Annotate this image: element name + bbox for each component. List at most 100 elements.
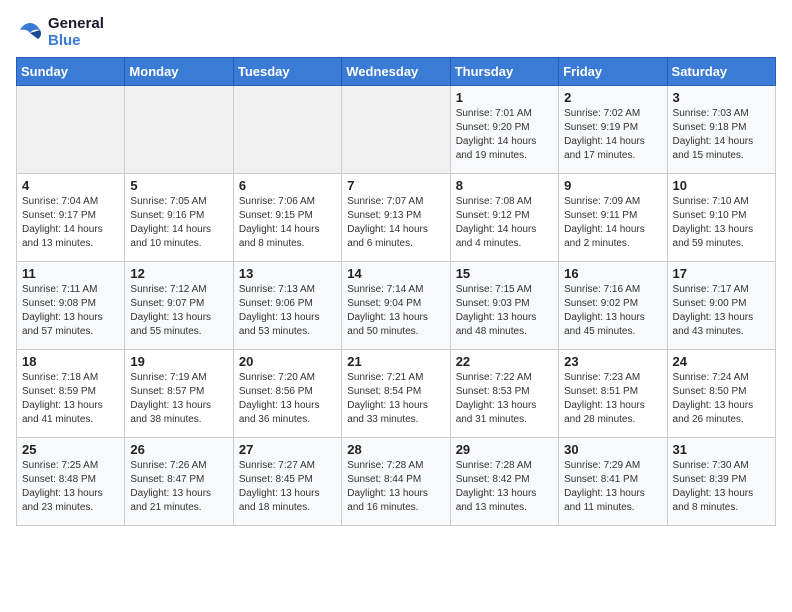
calendar-cell: 29 Sunrise: 7:28 AM Sunset: 8:42 PM Dayli… xyxy=(450,438,558,526)
day-number: 7 xyxy=(347,178,444,193)
day-number: 1 xyxy=(456,90,553,105)
day-number: 3 xyxy=(673,90,770,105)
calendar-cell: 22 Sunrise: 7:22 AM Sunset: 8:53 PM Dayli… xyxy=(450,350,558,438)
calendar-cell: 18 Sunrise: 7:18 AM Sunset: 8:59 PM Dayli… xyxy=(17,350,125,438)
day-number: 5 xyxy=(130,178,227,193)
calendar-cell: 10Sunrise: 7:10 AM Sunset: 9:10 PM Dayli… xyxy=(667,174,775,262)
day-number: 27 xyxy=(239,442,336,457)
calendar-cell xyxy=(125,86,233,174)
day-number: 21 xyxy=(347,354,444,369)
day-info: Sunrise: 7:14 AM Sunset: 9:04 PM Dayligh… xyxy=(347,283,444,339)
calendar-cell: 13 Sunrise: 7:13 AM Sunset: 9:06 PM Dayli… xyxy=(233,262,341,350)
day-info: Sunrise: 7:25 AM Sunset: 8:48 PM Dayligh… xyxy=(22,459,119,515)
col-tuesday: Tuesday xyxy=(233,58,341,86)
col-monday: Monday xyxy=(125,58,233,86)
day-number: 19 xyxy=(130,354,227,369)
calendar-cell: 25Sunrise: 7:25 AM Sunset: 8:48 PM Dayli… xyxy=(17,438,125,526)
calendar-cell: 31 Sunrise: 7:30 AM Sunset: 8:39 PM Dayli… xyxy=(667,438,775,526)
calendar-cell: 20 Sunrise: 7:20 AM Sunset: 8:56 PM Dayli… xyxy=(233,350,341,438)
day-info: Sunrise: 7:05 AM Sunset: 9:16 PM Dayligh… xyxy=(130,195,227,251)
calendar-cell: 3 Sunrise: 7:03 AM Sunset: 9:18 PM Daylig… xyxy=(667,86,775,174)
day-info: Sunrise: 7:06 AM Sunset: 9:15 PM Dayligh… xyxy=(239,195,336,251)
day-info: Sunrise: 7:30 AM Sunset: 8:39 PM Dayligh… xyxy=(673,459,770,515)
calendar-cell: 24 Sunrise: 7:24 AM Sunset: 8:50 PM Dayli… xyxy=(667,350,775,438)
calendar-cell: 21 Sunrise: 7:21 AM Sunset: 8:54 PM Dayli… xyxy=(342,350,450,438)
day-info: Sunrise: 7:15 AM Sunset: 9:03 PM Dayligh… xyxy=(456,283,553,339)
calendar-week-5: 25Sunrise: 7:25 AM Sunset: 8:48 PM Dayli… xyxy=(17,438,776,526)
logo: General Blue xyxy=(16,16,104,49)
day-number: 26 xyxy=(130,442,227,457)
calendar-cell: 27 Sunrise: 7:27 AM Sunset: 8:45 PM Dayli… xyxy=(233,438,341,526)
day-info: Sunrise: 7:24 AM Sunset: 8:50 PM Dayligh… xyxy=(673,371,770,427)
day-info: Sunrise: 7:12 AM Sunset: 9:07 PM Dayligh… xyxy=(130,283,227,339)
day-info: Sunrise: 7:02 AM Sunset: 9:19 PM Dayligh… xyxy=(564,107,661,163)
day-info: Sunrise: 7:21 AM Sunset: 8:54 PM Dayligh… xyxy=(347,371,444,427)
day-info: Sunrise: 7:23 AM Sunset: 8:51 PM Dayligh… xyxy=(564,371,661,427)
calendar-cell: 5 Sunrise: 7:05 AM Sunset: 9:16 PM Daylig… xyxy=(125,174,233,262)
calendar-cell: 6 Sunrise: 7:06 AM Sunset: 9:15 PM Daylig… xyxy=(233,174,341,262)
day-number: 20 xyxy=(239,354,336,369)
calendar-cell: 2 Sunrise: 7:02 AM Sunset: 9:19 PM Daylig… xyxy=(559,86,667,174)
day-number: 11 xyxy=(22,266,119,281)
calendar-cell xyxy=(233,86,341,174)
logo-icon xyxy=(16,19,44,47)
col-wednesday: Wednesday xyxy=(342,58,450,86)
col-thursday: Thursday xyxy=(450,58,558,86)
calendar-cell: 16 Sunrise: 7:16 AM Sunset: 9:02 PM Dayli… xyxy=(559,262,667,350)
day-info: Sunrise: 7:03 AM Sunset: 9:18 PM Dayligh… xyxy=(673,107,770,163)
calendar-cell: 4 Sunrise: 7:04 AM Sunset: 9:17 PM Daylig… xyxy=(17,174,125,262)
day-info: Sunrise: 7:28 AM Sunset: 8:42 PM Dayligh… xyxy=(456,459,553,515)
day-info: Sunrise: 7:01 AM Sunset: 9:20 PM Dayligh… xyxy=(456,107,553,163)
col-sunday: Sunday xyxy=(17,58,125,86)
calendar-cell: 12 Sunrise: 7:12 AM Sunset: 9:07 PM Dayli… xyxy=(125,262,233,350)
calendar-body: 1 Sunrise: 7:01 AM Sunset: 9:20 PM Daylig… xyxy=(17,86,776,526)
day-info: Sunrise: 7:18 AM Sunset: 8:59 PM Dayligh… xyxy=(22,371,119,427)
day-info: Sunrise: 7:27 AM Sunset: 8:45 PM Dayligh… xyxy=(239,459,336,515)
day-info: Sunrise: 7:08 AM Sunset: 9:12 PM Dayligh… xyxy=(456,195,553,251)
day-number: 16 xyxy=(564,266,661,281)
day-info: Sunrise: 7:26 AM Sunset: 8:47 PM Dayligh… xyxy=(130,459,227,515)
calendar-cell: 30 Sunrise: 7:29 AM Sunset: 8:41 PM Dayli… xyxy=(559,438,667,526)
day-number: 15 xyxy=(456,266,553,281)
day-number: 8 xyxy=(456,178,553,193)
day-info: Sunrise: 7:20 AM Sunset: 8:56 PM Dayligh… xyxy=(239,371,336,427)
calendar-cell: 8 Sunrise: 7:08 AM Sunset: 9:12 PM Daylig… xyxy=(450,174,558,262)
day-number: 24 xyxy=(673,354,770,369)
day-info: Sunrise: 7:17 AM Sunset: 9:00 PM Dayligh… xyxy=(673,283,770,339)
calendar-cell: 11Sunrise: 7:11 AM Sunset: 9:08 PM Dayli… xyxy=(17,262,125,350)
day-number: 13 xyxy=(239,266,336,281)
day-info: Sunrise: 7:04 AM Sunset: 9:17 PM Dayligh… xyxy=(22,195,119,251)
day-number: 23 xyxy=(564,354,661,369)
day-number: 12 xyxy=(130,266,227,281)
calendar-cell: 28Sunrise: 7:28 AM Sunset: 8:44 PM Dayli… xyxy=(342,438,450,526)
day-info: Sunrise: 7:28 AM Sunset: 8:44 PM Dayligh… xyxy=(347,459,444,515)
day-number: 29 xyxy=(456,442,553,457)
day-info: Sunrise: 7:22 AM Sunset: 8:53 PM Dayligh… xyxy=(456,371,553,427)
day-info: Sunrise: 7:16 AM Sunset: 9:02 PM Dayligh… xyxy=(564,283,661,339)
col-friday: Friday xyxy=(559,58,667,86)
calendar-table: Sunday Monday Tuesday Wednesday Thursday… xyxy=(16,57,776,526)
calendar-week-1: 1 Sunrise: 7:01 AM Sunset: 9:20 PM Daylig… xyxy=(17,86,776,174)
calendar-cell: 19 Sunrise: 7:19 AM Sunset: 8:57 PM Dayli… xyxy=(125,350,233,438)
day-number: 18 xyxy=(22,354,119,369)
calendar-week-4: 18 Sunrise: 7:18 AM Sunset: 8:59 PM Dayli… xyxy=(17,350,776,438)
calendar-cell: 9 Sunrise: 7:09 AM Sunset: 9:11 PM Daylig… xyxy=(559,174,667,262)
calendar-header: Sunday Monday Tuesday Wednesday Thursday… xyxy=(17,58,776,86)
calendar-cell: 1 Sunrise: 7:01 AM Sunset: 9:20 PM Daylig… xyxy=(450,86,558,174)
day-number: 6 xyxy=(239,178,336,193)
calendar-cell: 26 Sunrise: 7:26 AM Sunset: 8:47 PM Dayli… xyxy=(125,438,233,526)
day-number: 2 xyxy=(564,90,661,105)
day-number: 4 xyxy=(22,178,119,193)
day-number: 9 xyxy=(564,178,661,193)
day-number: 30 xyxy=(564,442,661,457)
day-number: 10 xyxy=(673,178,770,193)
day-info: Sunrise: 7:19 AM Sunset: 8:57 PM Dayligh… xyxy=(130,371,227,427)
day-info: Sunrise: 7:29 AM Sunset: 8:41 PM Dayligh… xyxy=(564,459,661,515)
calendar-cell: 15 Sunrise: 7:15 AM Sunset: 9:03 PM Dayli… xyxy=(450,262,558,350)
day-number: 31 xyxy=(673,442,770,457)
day-info: Sunrise: 7:09 AM Sunset: 9:11 PM Dayligh… xyxy=(564,195,661,251)
day-number: 22 xyxy=(456,354,553,369)
day-info: Sunrise: 7:13 AM Sunset: 9:06 PM Dayligh… xyxy=(239,283,336,339)
page-header: General Blue xyxy=(16,16,776,49)
calendar-cell xyxy=(17,86,125,174)
